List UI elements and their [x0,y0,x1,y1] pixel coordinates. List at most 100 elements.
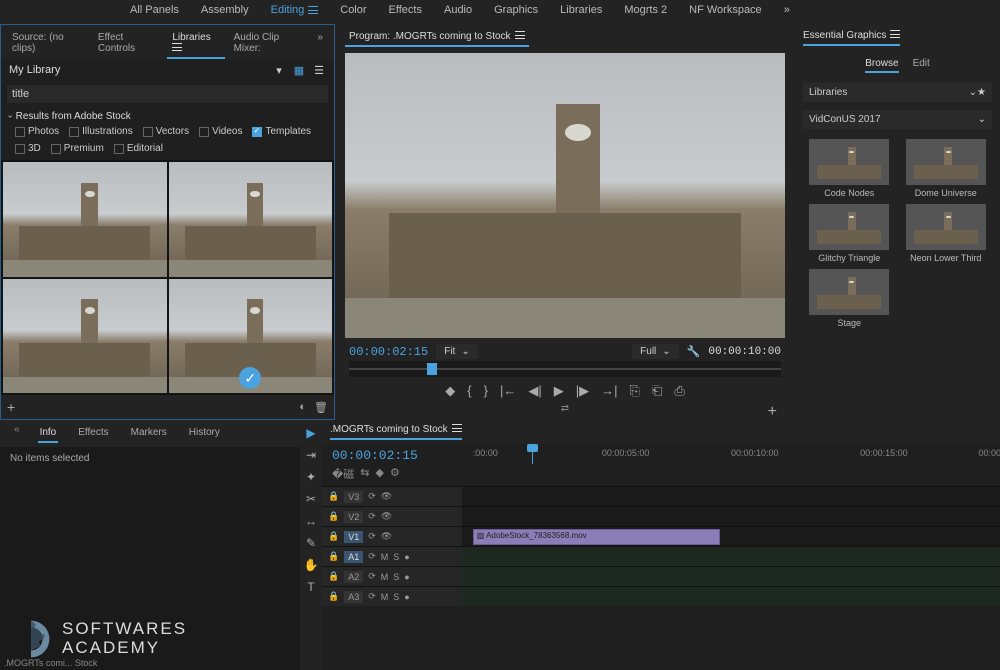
type-tool[interactable]: T [307,580,314,594]
mogrt-item[interactable]: Glitchy Triangle [805,204,894,263]
slip-tool[interactable]: ↔ [305,514,317,528]
link-toggle[interactable]: ⇆ [360,466,369,482]
razor-tool[interactable]: ✂ [306,492,316,506]
filter-photos[interactable]: Photos [15,126,59,137]
tab-program[interactable]: Program: .MOGRTs coming to Stock [345,28,529,47]
play-button[interactable]: ▶ [554,383,564,399]
track-select-tool[interactable]: ⇥ [306,448,316,462]
lock-icon[interactable]: 🔒 [328,551,339,562]
filter-premium[interactable]: Premium [51,143,104,154]
stock-thumb[interactable] [169,162,333,277]
tab-audio-mixer[interactable]: Audio Clip Mixer: [229,29,309,59]
eye-icon[interactable]: 👁 [381,511,392,522]
sync-lock-icon[interactable]: ⟳ [368,491,376,502]
filter-illustrations[interactable]: Illustrations [69,126,133,137]
add-button[interactable]: + [7,399,15,415]
stock-thumb[interactable]: ✓ [169,279,333,394]
eg-source-dropdown[interactable]: Libraries⌄ ★ [803,83,992,102]
library-selector[interactable]: My Library [9,64,266,76]
track-lane[interactable] [462,587,1000,606]
tab-overflow[interactable]: » [312,29,328,59]
mogrt-item[interactable]: Code Nodes [805,139,894,198]
tab-history[interactable]: History [187,424,222,443]
search-input[interactable] [7,85,328,103]
sync-lock-icon[interactable]: ⟳ [368,591,376,602]
list-view-icon[interactable]: ☰ [312,63,326,77]
mic-icon[interactable]: ● [404,572,409,582]
step-fwd-button[interactable]: |▶ [576,383,589,399]
wrench-icon[interactable]: 🔧 [687,345,701,358]
filter-3d[interactable]: 3D [15,143,41,154]
workspace-tab[interactable]: Color [340,4,366,16]
track-toggle[interactable]: V2 [344,511,363,523]
lock-icon[interactable]: 🔒 [328,511,339,522]
eye-icon[interactable]: 👁 [381,491,392,502]
lock-icon[interactable]: 🔒 [328,491,339,502]
workspace-tab[interactable]: Mogrts 2 [624,4,667,16]
lift-button[interactable]: ⎘ [630,383,640,399]
lock-icon[interactable]: 🔒 [328,531,339,542]
tab-info[interactable]: Info [38,424,59,443]
track-lane[interactable] [462,547,1000,566]
star-icon[interactable]: ★ [977,87,986,98]
go-in-button[interactable]: |← [500,383,516,399]
workspace-tab[interactable]: All Panels [130,4,179,16]
workspace-overflow[interactable]: » [784,4,790,16]
filter-templates[interactable]: Templates [252,126,311,137]
track-lane[interactable] [462,487,1000,506]
grid-view-icon[interactable]: ▦ [292,63,306,77]
marker-toggle[interactable]: ◆ [376,466,384,482]
tab-essential-graphics[interactable]: Essential Graphics [803,30,900,46]
mic-icon[interactable]: ● [404,592,409,602]
track-toggle[interactable]: V1 [344,531,363,543]
extract-button[interactable]: ⎗ [652,383,662,399]
stock-thumb[interactable] [3,162,167,277]
comparison-icon[interactable]: ⇄ [561,403,569,414]
playhead[interactable] [532,446,533,464]
program-scrubber[interactable] [349,361,781,377]
workspace-tab[interactable]: Libraries [560,4,602,16]
timeline-timecode[interactable]: 00:00:02:15 [322,448,462,463]
tab-sequence[interactable]: .MOGRTs coming to Stock [330,424,462,440]
marker-button[interactable]: ◆ [445,383,455,399]
tab-effects[interactable]: Effects [76,424,110,443]
eye-icon[interactable]: 👁 [381,531,392,542]
go-out-button[interactable]: →| [601,383,617,399]
step-back-button[interactable]: ◀| [528,383,541,399]
ripple-tool[interactable]: ✦ [306,470,316,484]
workspace-tab[interactable]: Effects [389,4,422,16]
eg-mode-edit[interactable]: Edit [913,58,930,73]
sync-lock-icon[interactable]: ⟳ [368,571,376,582]
zoom-dropdown[interactable]: Fit⌄ [436,344,478,359]
workspace-tab[interactable]: Assembly [201,4,249,16]
tab-effect-controls[interactable]: Effect Controls [93,29,163,59]
tab-source[interactable]: Source: (no clips) [7,29,89,59]
workspace-tab[interactable]: Editing [271,4,319,16]
time-ruler[interactable]: :00:00 00:00:05:00 00:00:10:00 00:00:15:… [462,446,1000,464]
filter-videos[interactable]: Videos [199,126,242,137]
playhead[interactable] [427,363,437,375]
workspace-tab[interactable]: Graphics [494,4,538,16]
sync-lock-icon[interactable]: ⟳ [368,551,376,562]
workspace-tab[interactable]: NF Workspace [689,4,762,16]
track-toggle[interactable]: A2 [344,571,363,583]
snap-toggle[interactable]: �磁 [332,466,354,482]
track-lane[interactable] [462,507,1000,526]
track-toggle[interactable]: V3 [344,491,363,503]
chevron-down-icon[interactable]: ▾ [272,63,286,77]
mark-out-button[interactable]: } [484,383,488,399]
resolution-dropdown[interactable]: Full⌄ [632,344,679,359]
export-frame-button[interactable]: ⎙ [674,383,684,399]
selection-tool[interactable]: ▶ [306,426,315,440]
mark-in-button[interactable]: { [467,383,471,399]
mic-icon[interactable]: ● [404,552,409,562]
sync-lock-icon[interactable]: ⟳ [368,511,376,522]
button-editor[interactable]: + [768,403,777,421]
tab-markers[interactable]: Markers [129,424,169,443]
results-header[interactable]: ›Results from Adobe Stock [1,107,334,124]
track-toggle[interactable]: A1 [344,551,363,563]
sync-lock-icon[interactable]: ⟳ [368,531,376,542]
track-lane[interactable] [462,567,1000,586]
program-monitor[interactable] [345,53,785,338]
tab-libraries[interactable]: Libraries [167,29,224,59]
